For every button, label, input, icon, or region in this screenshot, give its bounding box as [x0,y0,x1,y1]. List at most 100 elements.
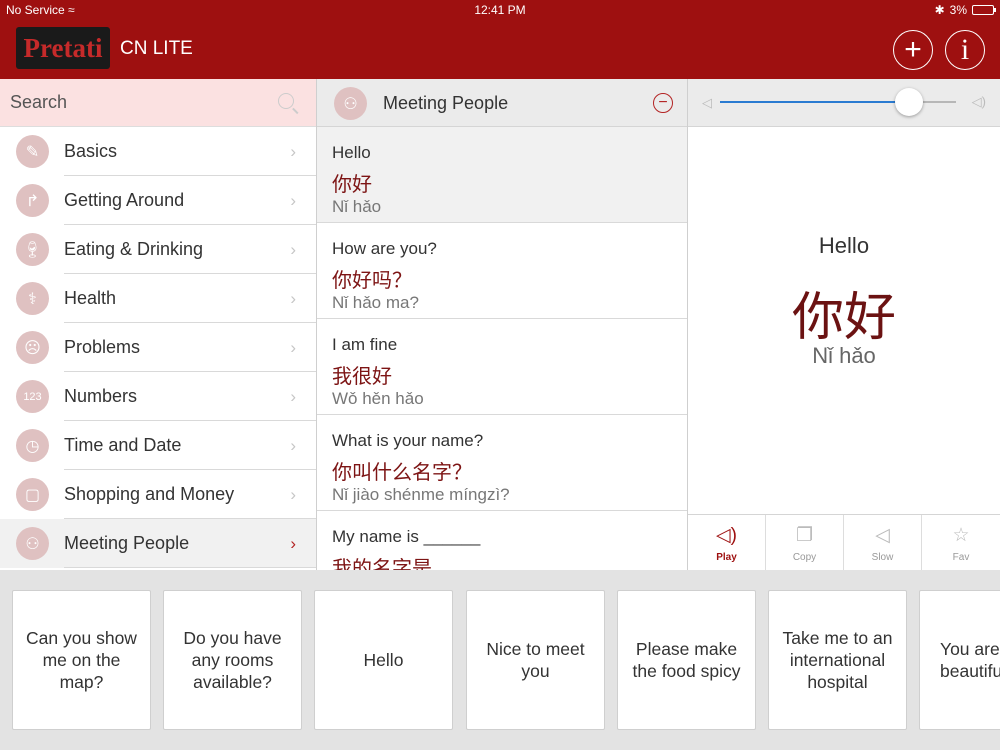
category-item-basics[interactable]: ✎ Basics › [0,127,316,176]
phrase-detail-panel: ◁ ◁) Hello 你好 Nǐ hǎo ◁) Play ❐ Copy ◁ Sl… [688,79,1000,571]
plus-icon: + [904,33,922,66]
phrase-list-header: ⚇ Meeting People − [317,79,687,127]
slow-label: Slow [871,551,894,563]
numbers-icon: 123 [16,380,49,413]
wifi-icon: ≈ [68,3,75,17]
phrase-english: How are you? [332,239,437,258]
category-item-shopping-money[interactable]: ▢ Shopping and Money › [0,470,316,519]
phrase-english: I am fine [332,335,398,354]
quick-phrase-strip: Can you show me on the map? Do you have … [0,570,1000,750]
battery-percent: 3% [949,3,967,17]
chevron-right-icon: › [290,484,296,504]
phrase-chinese: 你叫什么名字？ [332,460,472,484]
quick-phrase-tile[interactable]: Take me to an international hospital [768,590,907,730]
shopping-bag-icon: ▢ [16,478,49,511]
phrase-list-title: Meeting People [383,93,509,113]
sad-face-icon: ☹ [16,331,49,364]
copy-button[interactable]: ❐ Copy [766,515,844,571]
phrase-pinyin: Nǐ jiào shénme míngzì? [332,485,510,504]
clock-icon: ◷ [16,429,49,462]
category-item-time-date[interactable]: ◷ Time and Date › [0,421,316,470]
category-label: Problems [64,337,141,357]
phrase-pinyin: Nǐ hǎo ma? [332,293,419,312]
phrase-row[interactable]: My name is ______ 我的名字是 [317,511,687,570]
category-item-problems[interactable]: ☹ Problems › [0,323,316,372]
category-item-getting-around[interactable]: ↱ Getting Around › [0,176,316,225]
info-button[interactable]: i [945,30,985,70]
slow-button[interactable]: ◁ Slow [844,515,922,571]
action-bar: ◁) Play ❐ Copy ◁ Slow ☆ Fav [688,514,1000,571]
play-button[interactable]: ◁) Play [688,515,766,571]
app-header: No Service ≈ 12:41 PM ✱ 3% Pretati CN LI… [0,0,1000,79]
wine-icon: 🍷︎ [16,233,49,266]
search-input[interactable] [0,79,316,126]
category-label: Health [64,288,117,308]
pretati-logo[interactable]: Pretati [16,27,110,69]
status-right: ✱ 3% [935,3,996,17]
volume-fill [720,101,909,103]
phrase-chinese: 你好 [332,172,372,196]
status-time: 12:41 PM [474,3,526,17]
people-icon: ⚇ [16,527,49,560]
search-bar [0,79,316,127]
category-label: Time and Date [64,435,182,455]
chevron-right-icon: › [290,190,296,210]
fav-button[interactable]: ☆ Fav [922,515,1000,571]
quick-phrase-tile[interactable]: Nice to meet you [466,590,605,730]
category-label: Shopping and Money [64,484,235,504]
phrase-row[interactable]: How are you? 你好吗？ Nǐ hǎo ma? [317,223,687,319]
quick-phrase-tile[interactable]: Please make the food spicy [617,590,756,730]
volume-low-icon: ◁ [702,95,712,110]
search-icon [278,93,294,109]
phrase-pinyin: Wǒ hěn hǎo [332,389,424,408]
volume-bar: ◁ ◁) [688,79,1000,127]
star-icon: ☆ [952,524,970,546]
battery-icon [972,5,996,15]
chevron-right-icon: › [290,435,296,455]
category-label: Meeting People [64,533,190,553]
add-button[interactable]: + [893,30,933,70]
phrase-english: What is your name? [332,431,484,450]
phrase-row[interactable]: What is your name? 你叫什么名字？ Nǐ jiào shénm… [317,415,687,511]
category-item-eating-drinking[interactable]: 🍷︎ Eating & Drinking › [0,225,316,274]
chevron-right-icon: › [290,386,296,406]
minus-icon: − [658,94,668,111]
phrase-english: My name is ______ [332,527,481,546]
slow-speaker-icon: ◁ [875,524,890,546]
phrase-chinese: 我很好 [332,364,392,388]
people-icon: ⚇ [334,87,367,120]
quick-phrase-tile[interactable]: You are beautiful [919,590,1000,730]
phrase-chinese: 我的名字是 [332,556,432,570]
speaker-icon: ◁) [716,524,737,546]
copy-icon: ❐ [795,524,814,546]
status-bar: No Service ≈ 12:41 PM ✱ 3% [0,0,1000,20]
copy-label: Copy [792,551,817,563]
play-label: Play [716,551,737,563]
quick-phrase-tile[interactable]: Do you have any rooms available? [163,590,302,730]
detail-chinese: 你好 [791,288,896,348]
stethoscope-icon: ⚕ [16,282,49,315]
collapse-button[interactable]: − [653,93,673,113]
quick-phrase-tile[interactable]: Can you show me on the map? [12,590,151,730]
chevron-right-icon: › [290,337,296,357]
category-item-numbers[interactable]: 123 Numbers › [0,372,316,421]
phrase-row[interactable]: I am fine 我很好 Wǒ hěn hǎo [317,319,687,415]
category-label: Basics [64,141,118,161]
chevron-right-icon: › [290,533,296,553]
chevron-right-icon: › [290,239,296,259]
category-label: Eating & Drinking [64,239,204,259]
fav-label: Fav [952,551,970,563]
phrase-list-panel: ⚇ Meeting People − Hello 你好 Nǐ hǎo How a… [317,79,688,570]
phrase-card: Hello 你好 Nǐ hǎo [688,127,1000,514]
volume-slider-thumb[interactable] [894,88,923,116]
app-subtitle: CN LITE [120,38,193,59]
phrase-english: Hello [332,143,371,162]
info-icon: i [960,33,970,66]
category-item-health[interactable]: ⚕ Health › [0,274,316,323]
turn-arrow-icon: ↱ [16,184,49,217]
phrase-chinese: 你好吗？ [332,268,412,292]
category-item-meeting-people[interactable]: ⚇ Meeting People › [0,519,316,568]
quick-phrase-tile[interactable]: Hello [314,590,453,730]
category-sidebar: ✎ Basics › ↱ Getting Around › 🍷︎ Eating … [0,79,317,570]
phrase-row[interactable]: Hello 你好 Nǐ hǎo [317,127,687,223]
